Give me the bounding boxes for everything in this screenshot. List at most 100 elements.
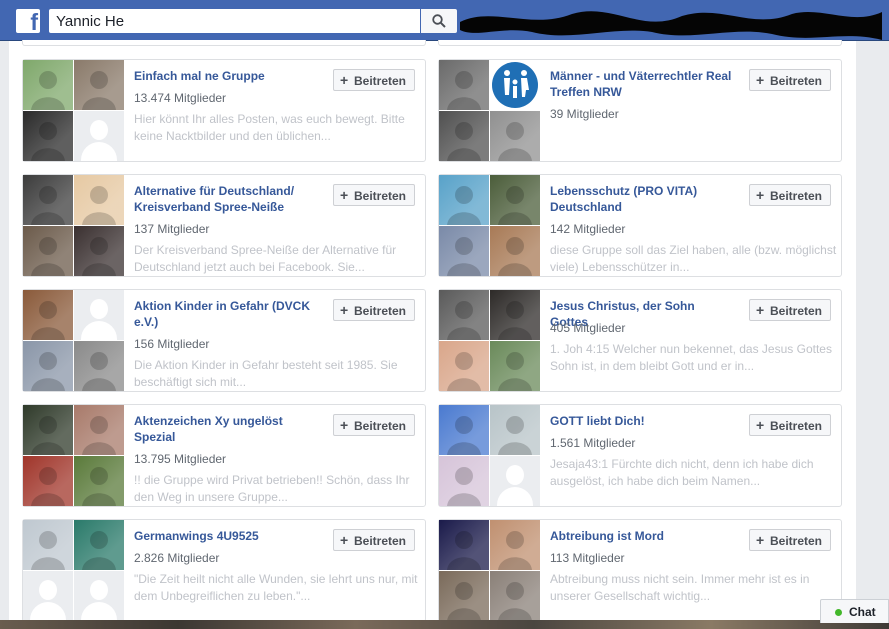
group-photo-grid[interactable]	[23, 290, 124, 391]
member-photo[interactable]	[490, 111, 540, 161]
join-button-label: Beitreten	[353, 74, 406, 88]
member-photo[interactable]	[74, 405, 124, 455]
group-card[interactable]: Germanwings 4U9525 2.826 Mitglieder "Die Z…	[22, 519, 426, 622]
join-group-button[interactable]: + Beitreten	[332, 184, 415, 206]
group-card[interactable]: Abtreibung ist Mord 113 Mitglieder Abtreib…	[438, 519, 842, 622]
group-description: Jesaja43:1 Fürchte dich nicht, denn ich …	[550, 457, 814, 488]
group-card[interactable]: Einfach mal ne Gruppe 13.474 Mitglieder Hi…	[22, 59, 426, 162]
member-photo[interactable]	[490, 571, 540, 621]
group-name-link[interactable]: Einfach mal ne Gruppe	[134, 68, 316, 84]
group-description: Abtreibung muss nicht sein. Immer mehr i…	[550, 572, 810, 603]
member-avatar-placeholder[interactable]	[490, 456, 540, 506]
member-photo[interactable]	[74, 341, 124, 391]
plus-icon: +	[755, 532, 765, 548]
member-avatar-placeholder[interactable]	[74, 111, 124, 161]
member-photo[interactable]	[74, 456, 124, 506]
member-photo[interactable]	[23, 111, 73, 161]
group-card[interactable]: Aktion Kinder in Gefahr (DVCK e.V.) 156 M…	[22, 289, 426, 392]
member-photo[interactable]	[74, 60, 124, 110]
facebook-logo[interactable]: f	[16, 9, 40, 35]
join-button-label: Beitreten	[353, 534, 406, 548]
member-count: 156 Mitglieder	[134, 337, 210, 351]
group-photo-grid[interactable]	[23, 520, 124, 621]
group-name-link[interactable]: Lebensschutz (PRO VITA) Deutschland	[550, 183, 732, 215]
group-card[interactable]: GOTT liebt Dich! 1.561 Mitglieder Jesaja43…	[438, 404, 842, 507]
member-photo[interactable]	[23, 175, 73, 225]
member-photo[interactable]	[74, 226, 124, 276]
search-input[interactable]	[49, 9, 420, 33]
member-photo[interactable]	[439, 571, 489, 621]
member-photo[interactable]	[74, 175, 124, 225]
member-photo[interactable]	[439, 111, 489, 161]
member-photo[interactable]	[23, 456, 73, 506]
group-card[interactable]: Lebensschutz (PRO VITA) Deutschland 142 M…	[438, 174, 842, 277]
group-name-link[interactable]: Aktenzeichen Xy ungelöst Spezial	[134, 413, 316, 445]
member-avatar-placeholder[interactable]	[74, 571, 124, 621]
group-name-link[interactable]: Männer - und Väterrechtler Real Treffen …	[550, 68, 732, 100]
family-sign-icon[interactable]	[490, 60, 540, 110]
group-photo-grid[interactable]	[439, 60, 540, 161]
join-group-button[interactable]: + Beitreten	[748, 184, 831, 206]
group-name-link[interactable]: GOTT liebt Dich!	[550, 413, 732, 429]
member-photo[interactable]	[23, 60, 73, 110]
join-group-button[interactable]: + Beitreten	[748, 414, 831, 436]
group-name-link[interactable]: Aktion Kinder in Gefahr (DVCK e.V.)	[134, 298, 316, 330]
group-name-link[interactable]: Germanwings 4U9525	[134, 528, 316, 544]
member-photo[interactable]	[490, 290, 540, 340]
member-photo[interactable]	[23, 226, 73, 276]
join-button-label: Beitreten	[769, 189, 822, 203]
member-count: 13.474 Mitglieder	[134, 91, 227, 105]
member-photo[interactable]	[439, 175, 489, 225]
member-photo[interactable]	[23, 405, 73, 455]
member-count: 113 Mitglieder	[550, 551, 625, 565]
group-card-partial	[22, 40, 426, 46]
group-card[interactable]: Männer - und Väterrechtler Real Treffen …	[438, 59, 842, 162]
member-photo[interactable]	[490, 341, 540, 391]
group-photo-grid[interactable]	[439, 290, 540, 391]
member-photo[interactable]	[23, 520, 73, 570]
group-name-link[interactable]: Abtreibung ist Mord	[550, 528, 732, 544]
join-group-button[interactable]: + Beitreten	[332, 69, 415, 91]
group-photo-grid[interactable]	[439, 175, 540, 276]
group-name-link[interactable]: Alternative für Deutschland/ Kreisverban…	[134, 183, 316, 215]
member-photo[interactable]	[439, 226, 489, 276]
group-photo-grid[interactable]	[439, 520, 540, 621]
member-photo[interactable]	[439, 520, 489, 570]
group-card[interactable]: Jesus Christus, der Sohn Gottes 405 Mitgl…	[438, 289, 842, 392]
group-photo-grid[interactable]	[23, 60, 124, 161]
member-photo[interactable]	[490, 175, 540, 225]
group-card[interactable]: Alternative für Deutschland/ Kreisverban…	[22, 174, 426, 277]
member-avatar-placeholder[interactable]	[23, 571, 73, 621]
member-photo[interactable]	[490, 405, 540, 455]
group-description: "Die Zeit heilt nicht alle Wunden, sie l…	[134, 572, 418, 603]
member-photo[interactable]	[490, 226, 540, 276]
join-group-button[interactable]: + Beitreten	[332, 299, 415, 321]
group-photo-grid[interactable]	[23, 175, 124, 276]
member-photo[interactable]	[439, 456, 489, 506]
member-photo[interactable]	[439, 341, 489, 391]
member-photo[interactable]	[439, 405, 489, 455]
join-group-button[interactable]: + Beitreten	[748, 69, 831, 91]
chat-tab[interactable]: Chat (1	[820, 599, 889, 623]
plus-icon: +	[339, 532, 349, 548]
member-photo[interactable]	[23, 290, 73, 340]
group-card[interactable]: Aktenzeichen Xy ungelöst Spezial 13.795 M…	[22, 404, 426, 507]
member-photo[interactable]	[74, 520, 124, 570]
group-description: Die Aktion Kinder in Gefahr besteht seit…	[134, 358, 398, 389]
member-photo[interactable]	[23, 341, 73, 391]
plus-icon: +	[339, 302, 349, 318]
join-group-button[interactable]: + Beitreten	[332, 529, 415, 551]
plus-icon: +	[339, 417, 349, 433]
member-avatar-placeholder[interactable]	[74, 290, 124, 340]
member-photo[interactable]	[439, 60, 489, 110]
group-description: Der Kreisverband Spree-Neiße der Alterna…	[134, 243, 397, 274]
join-group-button[interactable]: + Beitreten	[748, 299, 831, 321]
redaction-scribble	[460, 11, 882, 40]
group-photo-grid[interactable]	[439, 405, 540, 506]
join-group-button[interactable]: + Beitreten	[748, 529, 831, 551]
join-group-button[interactable]: + Beitreten	[332, 414, 415, 436]
member-photo[interactable]	[439, 290, 489, 340]
group-photo-grid[interactable]	[23, 405, 124, 506]
member-photo[interactable]	[490, 520, 540, 570]
join-button-label: Beitreten	[353, 189, 406, 203]
